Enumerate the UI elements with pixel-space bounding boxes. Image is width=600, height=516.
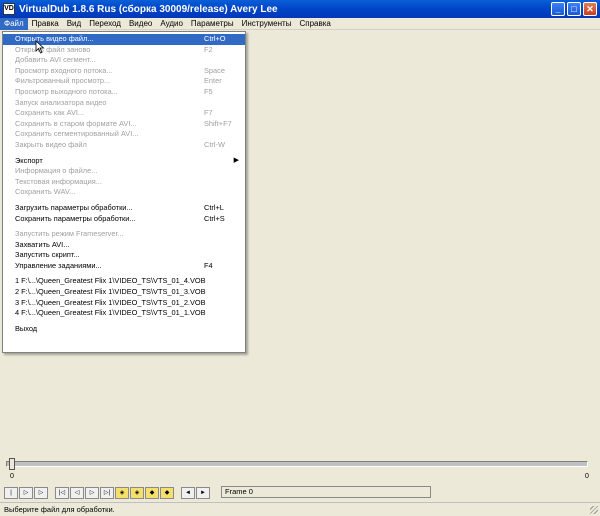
- menu-view[interactable]: Вид: [63, 18, 85, 30]
- menu-tools[interactable]: Инструменты: [238, 18, 296, 30]
- menu-item-text-info[interactable]: Текстовая информация...: [3, 177, 245, 188]
- menu-video[interactable]: Видео: [125, 18, 156, 30]
- menu-options[interactable]: Параметры: [187, 18, 238, 30]
- menu-item-recent-2[interactable]: 2 F:\...\Queen_Greatest Flix 1\VIDEO_TS\…: [3, 287, 245, 298]
- title-bar[interactable]: VD VirtualDub 1.8.6 Rus (сборка 30009/re…: [0, 0, 600, 18]
- status-text: Выберите файл для обработки.: [4, 505, 115, 514]
- menu-item-save-segmented[interactable]: Сохранить сегментированный AVI...: [3, 129, 245, 140]
- menu-separator: [5, 152, 243, 154]
- menu-item-close-video[interactable]: Закрыть видео файл Ctrl-W: [3, 140, 245, 151]
- menu-item-frameserver[interactable]: Запустить режим Frameserver...: [3, 229, 245, 240]
- go-start-icon[interactable]: |◁: [55, 486, 69, 499]
- menu-item-recent-3[interactable]: 3 F:\...\Queen_Greatest Flix 1\VIDEO_TS\…: [3, 298, 245, 309]
- mouse-cursor-icon: [35, 40, 45, 54]
- menu-item-job-control[interactable]: Управление заданиями... F4: [3, 261, 245, 272]
- menu-separator: [5, 273, 243, 275]
- timeline-thumb[interactable]: [9, 458, 15, 470]
- menu-item-exit[interactable]: Выход: [3, 324, 245, 335]
- menu-go[interactable]: Переход: [85, 18, 125, 30]
- menu-item-run-analyzer[interactable]: Запуск анализатора видео: [3, 98, 245, 109]
- menu-item-recent-4[interactable]: 4 F:\...\Queen_Greatest Flix 1\VIDEO_TS\…: [3, 308, 245, 319]
- menu-help[interactable]: Справка: [295, 18, 334, 30]
- file-menu-dropdown: Открыть видео файл... Ctrl+O Открыть файл…: [2, 31, 246, 353]
- virtualdub-app-icon[interactable]: VD: [3, 3, 15, 15]
- menu-separator: [5, 199, 243, 201]
- mark-in-icon[interactable]: ◄: [181, 486, 195, 499]
- next-scene-icon[interactable]: ◆: [160, 486, 174, 499]
- menu-bar: Файл Правка Вид Переход Видео Аудио Пара…: [0, 17, 600, 30]
- menu-item-save-settings[interactable]: Сохранить параметры обработки... Ctrl+S: [3, 214, 245, 225]
- playback-toolbar: | ▷ ▷ |◁ ◁ ▷ ▷| ◈ ◈ ◆ ◆ ◄ ►: [4, 486, 211, 499]
- menu-separator: [5, 320, 243, 322]
- menu-item-capture-avi[interactable]: Захватить AVI...: [3, 240, 245, 251]
- step-back-icon[interactable]: ◁: [70, 486, 84, 499]
- menu-file[interactable]: Файл: [0, 17, 28, 30]
- timeline-track[interactable]: [6, 461, 588, 467]
- play-output-icon[interactable]: ▷: [34, 486, 48, 499]
- menu-item-save-avi[interactable]: Сохранить как AVI... F7: [3, 108, 245, 119]
- go-end-icon[interactable]: ▷|: [100, 486, 114, 499]
- menu-item-load-settings[interactable]: Загрузить параметры обработки... Ctrl+L: [3, 203, 245, 214]
- play-input-icon[interactable]: ▷: [19, 486, 33, 499]
- next-key-icon[interactable]: ◈: [130, 486, 144, 499]
- prev-scene-icon[interactable]: ◆: [145, 486, 159, 499]
- menu-item-recent-1[interactable]: 1 F:\...\Queen_Greatest Flix 1\VIDEO_TS\…: [3, 276, 245, 287]
- timeline-end-tick: 0: [585, 473, 589, 480]
- menu-edit[interactable]: Правка: [28, 18, 63, 30]
- prev-key-icon[interactable]: ◈: [115, 486, 129, 499]
- step-forward-icon[interactable]: ▷: [85, 486, 99, 499]
- timeline-start-tick: 0: [10, 473, 14, 480]
- window-title: VirtualDub 1.8.6 Rus (сборка 30009/relea…: [19, 3, 278, 15]
- stop-icon[interactable]: |: [4, 486, 18, 499]
- minimize-button[interactable]: _: [551, 2, 565, 16]
- menu-item-file-info[interactable]: Информация о файле...: [3, 166, 245, 177]
- menu-item-save-old-avi[interactable]: Сохранить в старом формате AVI... Shift+F…: [3, 119, 245, 130]
- menu-item-preview-filtered[interactable]: Фильтрованный просмотр... Enter: [3, 76, 245, 87]
- maximize-button[interactable]: □: [567, 2, 581, 16]
- mark-out-icon[interactable]: ►: [196, 486, 210, 499]
- menu-audio[interactable]: Аудио: [156, 18, 187, 30]
- resize-grip-icon[interactable]: [590, 506, 598, 514]
- frame-indicator: Frame 0: [221, 486, 431, 498]
- menu-item-export[interactable]: Экспорт ▶: [3, 156, 245, 167]
- menu-item-preview-output[interactable]: Просмотр выходного потока... F5: [3, 87, 245, 98]
- menu-item-append-segment[interactable]: Добавить AVI сегмент...: [3, 55, 245, 66]
- menu-item-save-wav[interactable]: Сохранить WAV...: [3, 187, 245, 198]
- menu-item-preview-input[interactable]: Просмотр входного потока... Space: [3, 66, 245, 77]
- status-bar: Выберите файл для обработки.: [0, 502, 600, 516]
- submenu-arrow-icon: ▶: [233, 156, 239, 164]
- menu-item-run-script[interactable]: Запустить скрипт...: [3, 250, 245, 261]
- close-button[interactable]: ✕: [583, 2, 597, 16]
- menu-separator: [5, 226, 243, 228]
